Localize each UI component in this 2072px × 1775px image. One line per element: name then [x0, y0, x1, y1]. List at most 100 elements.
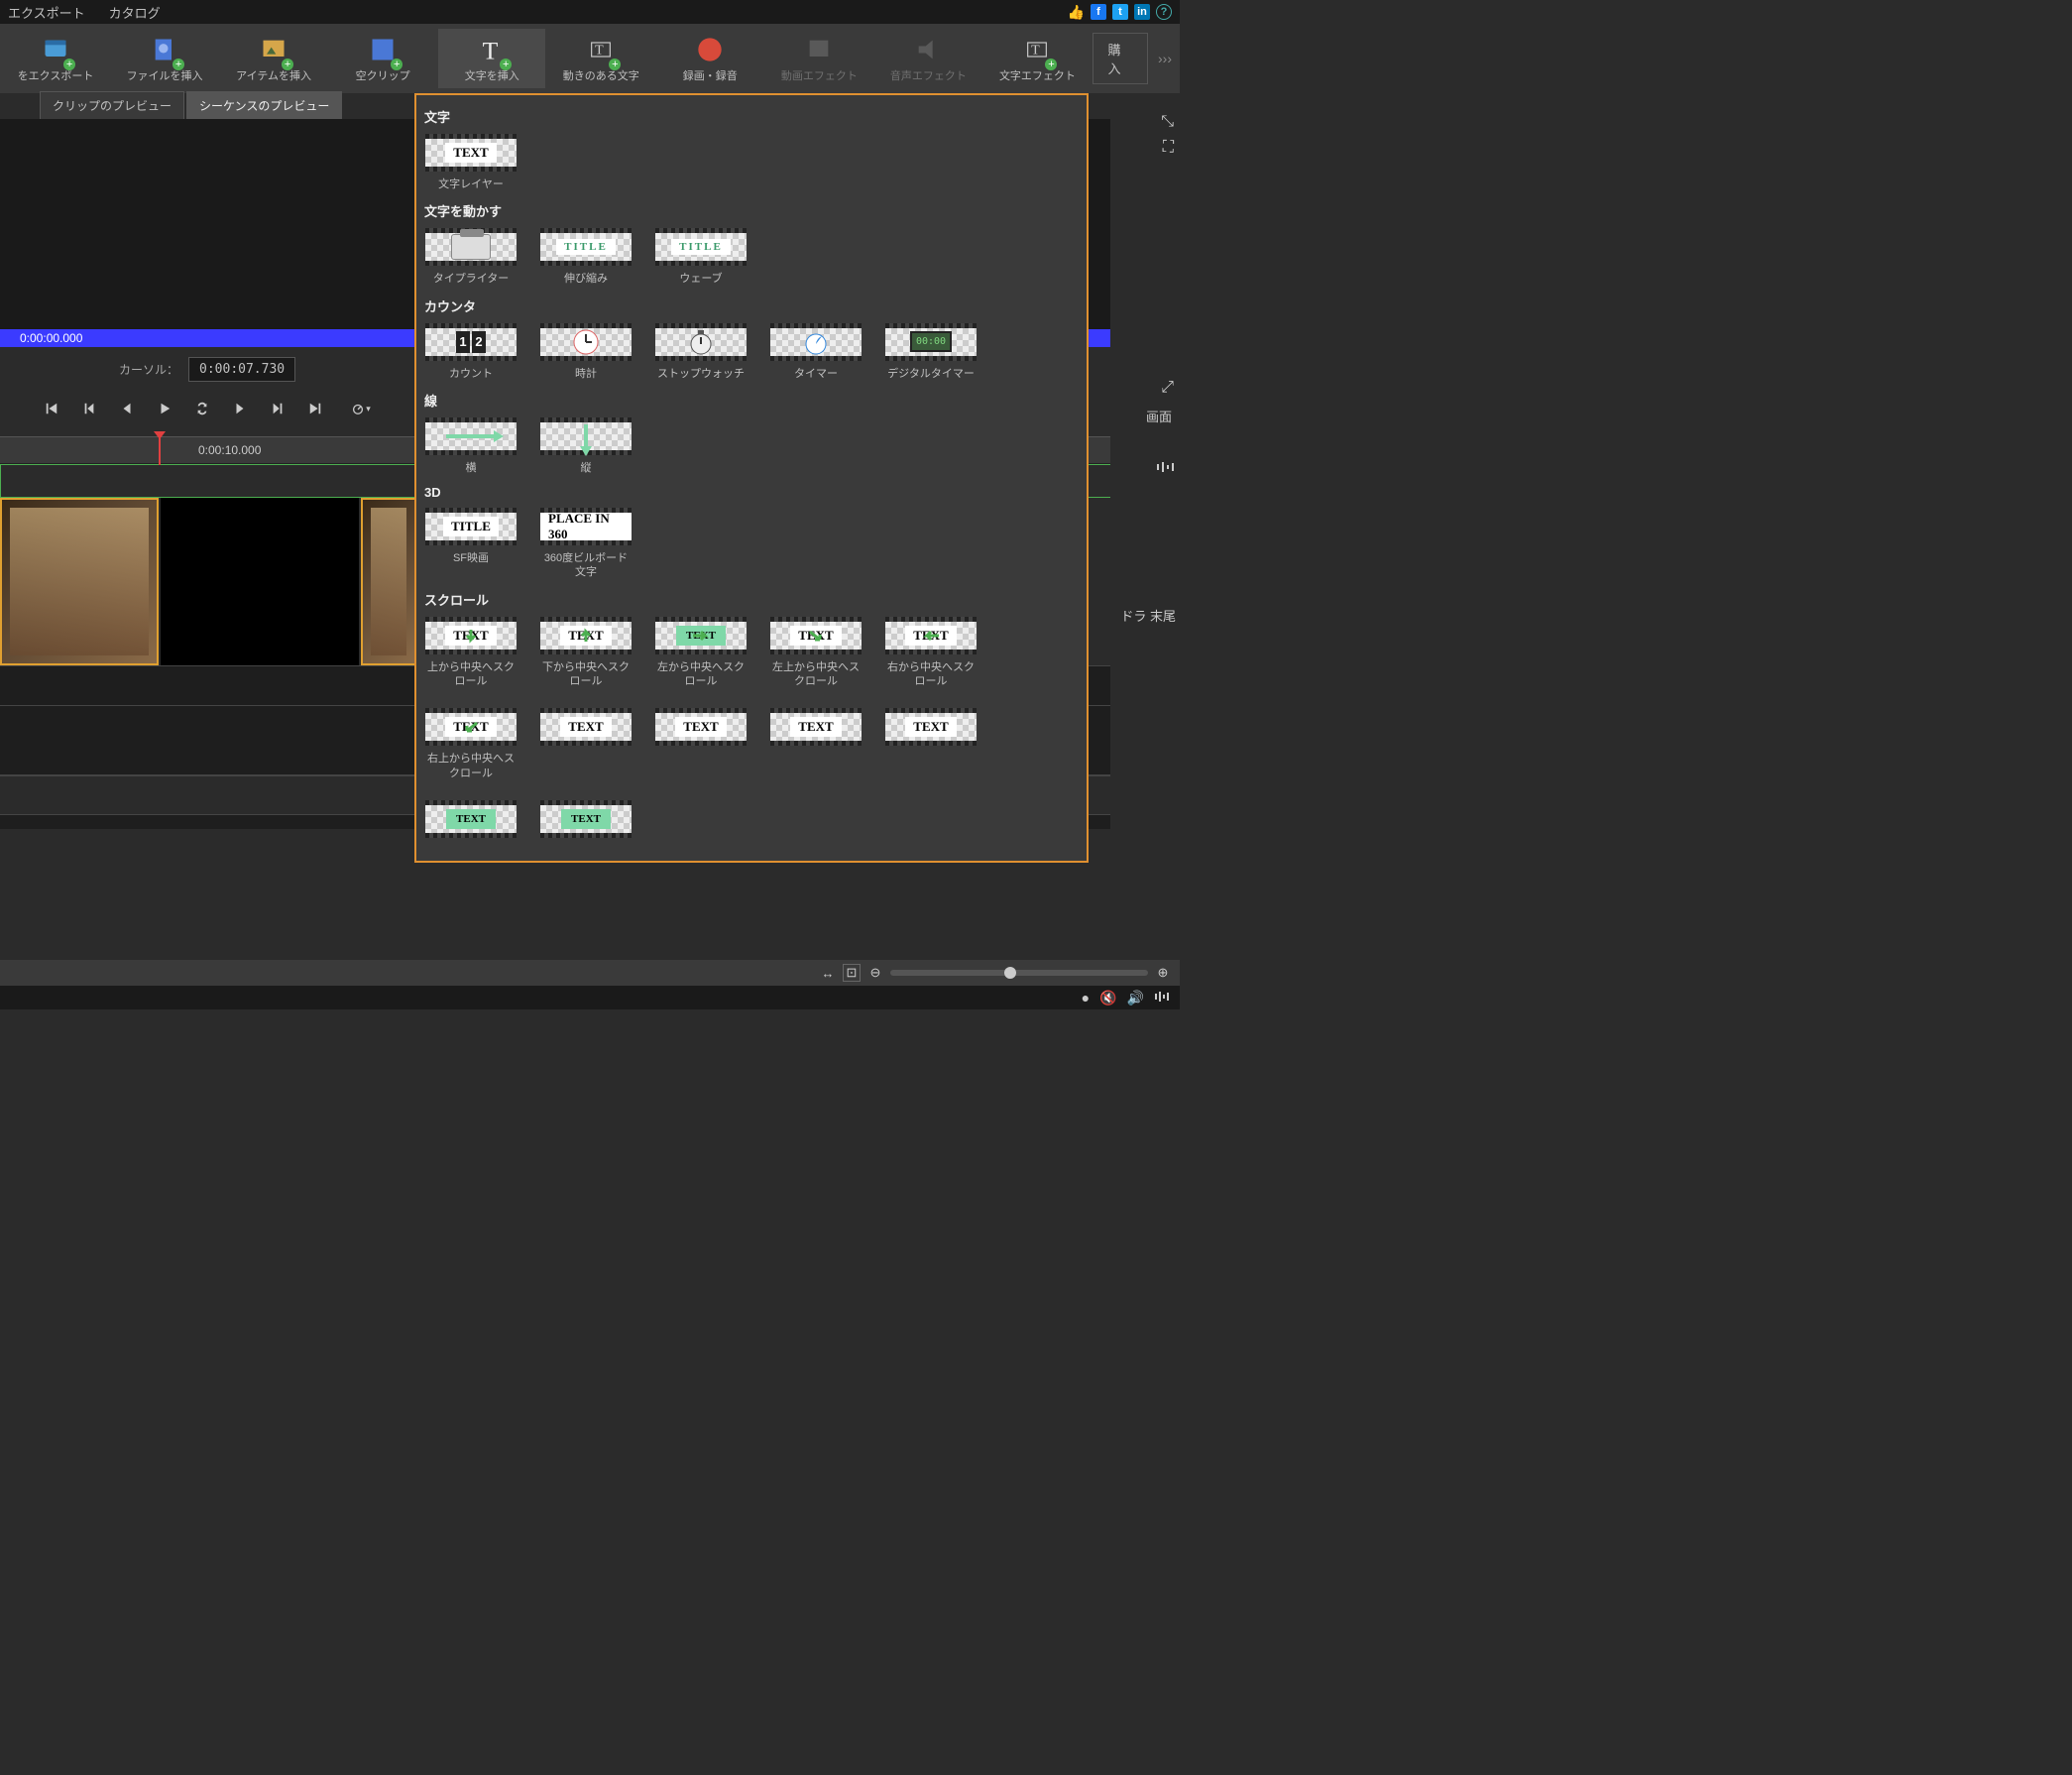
panel-item-label: 時計	[575, 367, 597, 381]
zoom-slider[interactable]	[890, 970, 1148, 976]
clip-2[interactable]	[161, 498, 359, 665]
fit-width-icon[interactable]: ↔	[819, 964, 837, 982]
fit-icon[interactable]: ⊡	[843, 964, 861, 982]
panel-thumb: 12	[425, 323, 517, 361]
expand-full-icon[interactable]: ⛶	[1163, 139, 1174, 157]
panel-item[interactable]: TITLESF映画	[424, 508, 518, 580]
panel-item[interactable]: TEXT 左から中央へスクロール	[654, 617, 748, 689]
panel-item[interactable]: TEXT右上から中央へスクロール	[424, 708, 518, 780]
toolbar-audio-effect[interactable]: 音声エフェクト	[874, 29, 981, 88]
tab-sequence-preview[interactable]: シーケンスのプレビュー	[186, 91, 342, 119]
panel-section-title: 文字を動かす	[424, 201, 1079, 220]
next-frame-button[interactable]	[262, 395, 293, 422]
toolbar-insert-item[interactable]: + アイテムを挿入	[220, 29, 327, 88]
panel-item-label: 左から中央へスクロール	[654, 660, 748, 689]
panel-item[interactable]: タイプライター	[424, 228, 518, 286]
svg-text:T: T	[1032, 44, 1041, 59]
panel-item[interactable]: TEXT	[884, 708, 978, 780]
panel-item[interactable]: タイマー	[769, 323, 863, 381]
panel-item[interactable]: PLACE IN 360 360度ビルボード文字	[539, 508, 633, 580]
skip-start-button[interactable]	[36, 395, 67, 422]
panel-item[interactable]: ストップウォッチ	[654, 323, 748, 381]
equalizer-icon[interactable]	[1154, 990, 1170, 1006]
menu-catalog[interactable]: カタログ	[109, 3, 161, 22]
zoom-out-icon[interactable]: ⊖	[866, 964, 884, 982]
panel-section-title: カウンタ	[424, 296, 1079, 315]
svg-text:T: T	[483, 36, 499, 63]
panel-item-label: 360度ビルボード文字	[539, 551, 633, 580]
panel-item[interactable]: TEXT	[539, 708, 633, 780]
tab-clip-preview[interactable]: クリップのプレビュー	[40, 91, 184, 119]
linkedin-icon[interactable]: in	[1134, 4, 1150, 20]
zoom-in-icon[interactable]: ⊕	[1154, 964, 1172, 982]
playhead[interactable]	[159, 437, 161, 465]
toolbar-animated-text[interactable]: T + 動きのある文字	[547, 29, 654, 88]
panel-item[interactable]: TEXT	[539, 800, 633, 844]
panel-thumb: TEXT	[655, 617, 747, 654]
facebook-icon[interactable]: f	[1091, 4, 1106, 20]
volume-icon[interactable]: 🔊	[1127, 990, 1144, 1006]
step-back-button[interactable]	[111, 395, 143, 422]
step-fwd-button[interactable]	[224, 395, 256, 422]
panel-item[interactable]: 横	[424, 417, 518, 475]
panel-item-label: 横	[466, 461, 477, 475]
expand-se-icon[interactable]: ⤡	[1161, 113, 1174, 131]
panel-item[interactable]: TEXT左上から中央へスクロール	[769, 617, 863, 689]
toolbar-video-effect[interactable]: 動画エフェクト	[765, 29, 872, 88]
equalizer-right-icon[interactable]	[1156, 460, 1174, 479]
panel-item[interactable]: TEXT	[654, 708, 748, 780]
skip-end-button[interactable]	[299, 395, 331, 422]
panel-item-label: 伸び縮み	[564, 272, 608, 286]
panel-grid: タイプライターTITLE伸び縮みTITLEウェーブ	[424, 228, 1079, 286]
panel-thumb: TEXT	[425, 134, 517, 172]
ruler-start-time: 0:00:00.000	[20, 331, 82, 345]
panel-thumb: PLACE IN 360	[540, 508, 632, 545]
svg-text:T: T	[595, 44, 604, 59]
toolbar-record[interactable]: 録画・録音	[656, 29, 763, 88]
menu-export[interactable]: エクスポート	[8, 3, 85, 22]
panel-item[interactable]: TEXT文字レイヤー	[424, 134, 518, 191]
toolbar-export[interactable]: + をエクスポート	[2, 29, 109, 88]
panel-item[interactable]: TEXT上から中央へスクロール	[424, 617, 518, 689]
toolbar-insert-text[interactable]: T + 文字を挿入	[438, 29, 545, 88]
panel-item[interactable]: TEXT	[424, 800, 518, 844]
panel-item[interactable]: 00:00デジタルタイマー	[884, 323, 978, 381]
zoom-thumb[interactable]	[1004, 967, 1016, 979]
loop-button[interactable]	[186, 395, 218, 422]
panel-item[interactable]: TEXT右から中央へスクロール	[884, 617, 978, 689]
panel-thumb: TEXT	[770, 708, 862, 746]
clip-1[interactable]	[0, 498, 159, 665]
toolbar-text-effect[interactable]: T + 文字エフェクト	[983, 29, 1091, 88]
toolbar-overflow-icon[interactable]: ›››	[1158, 51, 1172, 66]
panel-thumb	[540, 323, 632, 361]
panel-thumb: TITLE	[655, 228, 747, 266]
play-button[interactable]	[149, 395, 180, 422]
like-icon[interactable]: 👍	[1068, 4, 1085, 21]
help-icon[interactable]: ?	[1156, 4, 1172, 20]
expand-icon[interactable]: ⤢	[1161, 379, 1174, 397]
twitter-icon[interactable]: t	[1112, 4, 1128, 20]
panel-item[interactable]: TEXT	[769, 708, 863, 780]
buy-button[interactable]: 購入	[1093, 33, 1148, 84]
panel-thumb: TEXT	[885, 617, 977, 654]
panel-item[interactable]: 12 カウント	[424, 323, 518, 381]
panel-item-label: SF映画	[453, 551, 489, 565]
panel-item[interactable]: TEXT下から中央へスクロール	[539, 617, 633, 689]
panel-item[interactable]: TITLEウェーブ	[654, 228, 748, 286]
toolbar-animated-text-label: 動きのある文字	[563, 67, 639, 83]
panel-item-label: 縦	[581, 461, 592, 475]
mute-indicator-icon[interactable]: 🔇	[1099, 990, 1116, 1006]
speed-button[interactable]: ▾	[345, 395, 377, 422]
cursor-time-field[interactable]: 0:00:07.730	[188, 357, 295, 382]
panel-item[interactable]: TITLE伸び縮み	[539, 228, 633, 286]
panel-thumb: TEXT	[540, 708, 632, 746]
toolbar-insert-file[interactable]: + ファイルを挿入	[111, 29, 218, 88]
panel-item-label: 上から中央へスクロール	[424, 660, 518, 689]
toolbar-empty-clip[interactable]: + 空クリップ	[329, 29, 436, 88]
prev-frame-button[interactable]	[73, 395, 105, 422]
panel-item-label: カウント	[449, 367, 493, 381]
panel-item[interactable]: 時計	[539, 323, 633, 381]
panel-item[interactable]: 縦	[539, 417, 633, 475]
panel-item-label: 左上から中央へスクロール	[769, 660, 863, 689]
clip-3[interactable]	[361, 498, 416, 665]
